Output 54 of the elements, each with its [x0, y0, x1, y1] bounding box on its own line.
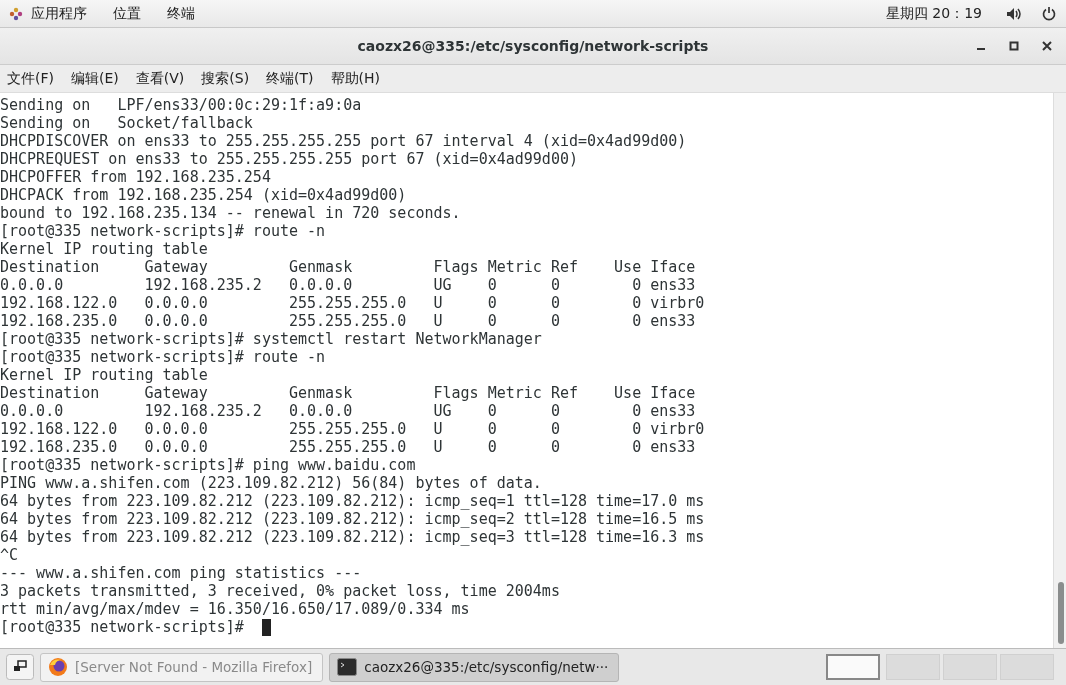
top-menu-item[interactable]: 位置 — [113, 4, 141, 23]
top-menu-item[interactable]: 终端 — [167, 4, 195, 23]
terminal-line: --- www.a.shifen.com ping statistics --- — [0, 564, 362, 582]
terminal-line: ^C — [0, 546, 19, 564]
terminal-line: 3 packets transmitted, 3 received, 0% packet loss, time 2004ms — [0, 582, 560, 600]
terminal-line: [root@335 network-scripts]# ping www.baidu.com — [0, 456, 416, 474]
terminal-line: [root@335 network-scripts]# route -n — [0, 348, 326, 366]
terminal-line: DHCPOFFER from 192.168.235.254 — [0, 168, 271, 186]
terminal-line: Kernel IP routing table — [0, 240, 208, 258]
volume-icon[interactable] — [1006, 6, 1022, 21]
terminal-line: 64 bytes from 223.109.82.212 (223.109.82.212): icmp_seq=2 ttl=128 time=16.5 ms — [0, 510, 705, 528]
terminal-line: 192.168.235.0 0.0.0.0 255.255.255.0 U 0 0 0 ens33 — [0, 312, 696, 330]
terminal-line: bound to 192.168.235.134 -- renewal in 720 seconds. — [0, 204, 461, 222]
terminal-line: DHCPDISCOVER on ens33 to 255.255.255.255 port 67 interval 4 (xid=0x4ad99d00) — [0, 132, 687, 150]
power-icon[interactable] — [1042, 6, 1056, 21]
workspace-button[interactable] — [826, 654, 880, 680]
browser-icon — [48, 657, 68, 677]
taskbar-button[interactable]: caozx26@335:/etc/sysconfig/netw··· — [329, 652, 620, 682]
terminal-line: PING www.a.shifen.com (223.109.82.212) 56(84) bytes of data. — [0, 474, 542, 492]
terminal-line: 0.0.0.0 192.168.235.2 0.0.0.0 UG 0 0 0 ens33 — [0, 276, 696, 294]
scrollbar[interactable] — [1053, 93, 1066, 648]
terminal-line: [root@335 network-scripts]# route -n — [0, 222, 326, 240]
apps-icon[interactable] — [9, 6, 23, 21]
terminal-line: Destination Gateway Genmask Flags Metric Ref Use Iface — [0, 384, 696, 402]
terminal-line: Sending on Socket/fallback — [0, 114, 253, 132]
maximize-icon[interactable] — [1009, 41, 1019, 51]
menu-item[interactable]: 编辑(E) — [71, 67, 119, 90]
terminal-prompt: [root@335 network-scripts]# — [0, 618, 244, 636]
terminal-line: 64 bytes from 223.109.82.212 (223.109.82.212): icmp_seq=1 ttl=128 time=17.0 ms — [0, 492, 705, 510]
clock[interactable]: 星期四 20：19 — [885, 4, 982, 23]
terminal-line: 0.0.0.0 192.168.235.2 0.0.0.0 UG 0 0 0 ens33 — [0, 402, 696, 420]
terminal-line: 192.168.235.0 0.0.0.0 255.255.255.0 U 0 0 0 ens33 — [0, 438, 696, 456]
scrollbar-thumb[interactable] — [1058, 582, 1064, 644]
menu-item[interactable]: 查看(V) — [135, 67, 185, 90]
top-menu-item[interactable]: 应用程序 — [31, 4, 87, 23]
terminal-icon — [337, 658, 358, 676]
menu-item[interactable]: 终端(T) — [266, 67, 314, 90]
terminal-line: DHCPACK from 192.168.235.254 (xid=0x4ad99d00) — [0, 186, 407, 204]
menu-item[interactable]: 帮助(H) — [330, 67, 381, 90]
terminal-line: Destination Gateway Genmask Flags Metric Ref Use Iface — [0, 258, 696, 276]
terminal-line: rtt min/avg/max/mdev = 16.350/16.650/17.089/0.334 ms — [0, 600, 470, 618]
terminal-line: 192.168.122.0 0.0.0.0 255.255.255.0 U 0 0 0 virbr0 — [0, 420, 705, 438]
terminal-line: DHCPREQUEST on ens33 to 255.255.255.255 port 67 (xid=0x4ad99d00) — [0, 150, 578, 168]
window-title: caozx26@335:/etc/sysconfig/network-scripts — [357, 38, 709, 54]
menu-item[interactable]: 搜索(S) — [201, 67, 250, 90]
terminal-line: 64 bytes from 223.109.82.212 (223.109.82.212): icmp_seq=3 ttl=128 time=16.3 ms — [0, 528, 705, 546]
close-icon[interactable] — [1042, 41, 1052, 51]
menu-item[interactable]: 文件(F) — [7, 67, 54, 90]
window-list-icon[interactable] — [6, 654, 34, 680]
terminal-line: Sending on LPF/ens33/00:0c:29:1f:a9:0a — [0, 96, 362, 114]
terminal-line: 192.168.122.0 0.0.0.0 255.255.255.0 U 0 0 0 virbr0 — [0, 294, 705, 312]
text-cursor — [261, 618, 271, 636]
terminal-line: Kernel IP routing table — [0, 366, 208, 384]
terminal-line: [root@335 network-scripts]# systemctl restart NetworkManager — [0, 330, 542, 348]
